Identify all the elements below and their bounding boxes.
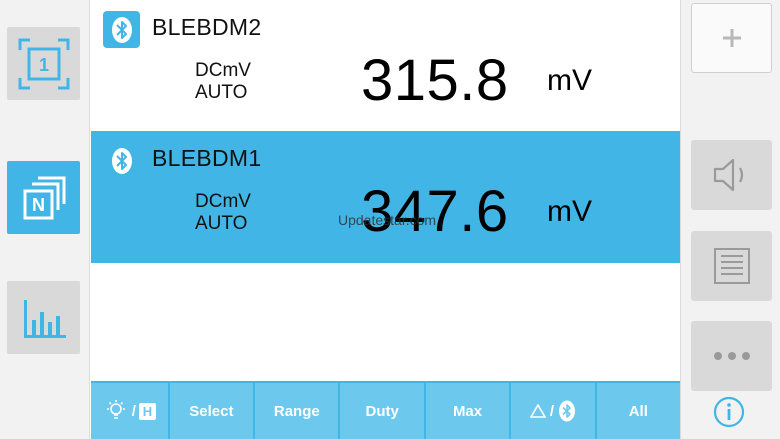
svg-text:N: N: [32, 195, 45, 215]
info-button[interactable]: [713, 396, 745, 428]
device-name: BLEBDM1: [152, 145, 262, 171]
bluetooth-icon: [558, 400, 575, 422]
measurement-mode: DCmV AUTO: [195, 191, 251, 235]
log-list-button[interactable]: [691, 231, 772, 301]
device-name: BLEBDM2: [152, 14, 262, 40]
multi-meter-icon: N: [23, 176, 65, 219]
bluetooth-badge: [103, 11, 140, 48]
multi-meter-view-button[interactable]: N: [7, 161, 80, 234]
single-meter-icon: 1: [18, 38, 69, 89]
hold-letter: H: [142, 403, 153, 419]
bulb-icon: [106, 400, 125, 419]
duty-button[interactable]: Duty: [340, 383, 424, 439]
measurement-mode: DCmV AUTO: [195, 60, 251, 104]
bar-chart-icon: [23, 299, 66, 338]
bluetooth-icon: [111, 147, 132, 174]
max-button[interactable]: Max: [425, 383, 510, 439]
add-meter-button[interactable]: [691, 3, 772, 73]
more-options-button[interactable]: [691, 321, 772, 391]
range-label: AUTO: [195, 213, 248, 234]
meter-panel-blebdm2[interactable]: BLEBDM2 DCmV AUTO 315.8 mV: [91, 0, 680, 132]
chart-view-button[interactable]: [7, 281, 80, 354]
single-meter-view-button[interactable]: 1: [7, 27, 80, 100]
all-button[interactable]: All: [596, 383, 680, 439]
right-sidebar: [680, 0, 780, 439]
info-icon: [713, 396, 745, 428]
range-button[interactable]: Range: [255, 383, 339, 439]
more-icon: [713, 352, 750, 360]
select-button[interactable]: Select: [169, 383, 254, 439]
bluetooth-badge: [103, 142, 140, 179]
light-hold-button[interactable]: / H: [91, 383, 168, 439]
plus-icon: [722, 29, 741, 47]
reading-value: 315.8: [361, 48, 509, 113]
bluetooth-icon: [111, 16, 132, 43]
reading-unit: mV: [547, 64, 592, 97]
mode-label: DCmV: [195, 60, 251, 81]
hold-icon: H: [138, 402, 156, 420]
delta-icon: [529, 404, 546, 418]
light-hold-separator: /: [131, 402, 136, 420]
speaker-icon: [713, 158, 743, 192]
meter-panel-blebdm1[interactable]: BLEBDM1 DCmV AUTO 347.6 mV: [91, 131, 680, 263]
delta-bluetooth-button[interactable]: /: [511, 383, 595, 439]
watermark-text: Updatestar.com: [338, 212, 437, 228]
reading-unit: mV: [547, 195, 592, 228]
mode-label: DCmV: [195, 191, 251, 212]
left-sidebar: 1 N: [0, 0, 90, 439]
list-icon: [713, 248, 750, 284]
bottom-toolbar: / H Select Range Duty Max / All: [91, 381, 680, 439]
svg-text:1: 1: [38, 55, 48, 75]
range-label: AUTO: [195, 82, 248, 103]
delta-separator: /: [549, 402, 554, 420]
sound-button[interactable]: [691, 140, 772, 210]
